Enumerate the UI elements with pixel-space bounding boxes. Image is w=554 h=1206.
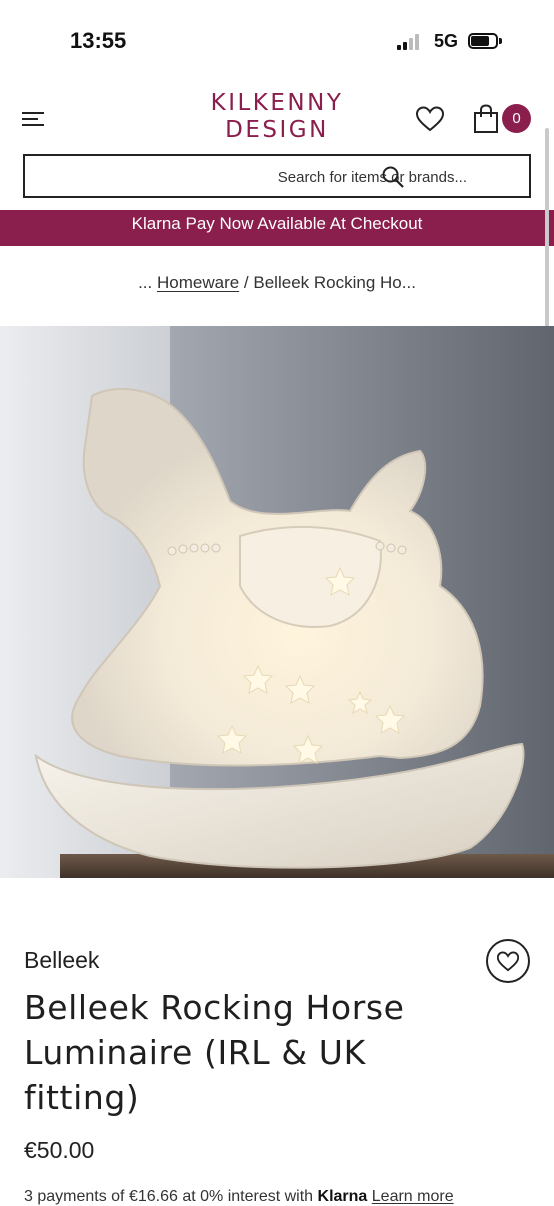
klarna-brand: Klarna [317, 1188, 368, 1205]
battery-icon [468, 33, 502, 51]
product-image[interactable] [0, 326, 554, 878]
promo-banner[interactable]: Klarna Pay Now Available At Checkout [0, 210, 554, 246]
breadcrumb-separator: / [243, 273, 249, 292]
status-time: 13:55 [70, 28, 127, 53]
hamburger-menu-icon[interactable] [22, 110, 46, 128]
breadcrumb-ellipsis[interactable]: ... [138, 273, 152, 292]
klarna-text: 3 payments of €16.66 at 0% interest with [24, 1188, 314, 1205]
logo-line-2: DESIGN [225, 117, 329, 143]
heart-icon [497, 951, 519, 972]
klarna-payment-info: 3 payments of €16.66 at 0% interest with… [24, 1188, 544, 1206]
logo-line-1: KILKENNY [210, 90, 344, 116]
product-title: Belleek Rocking Horse Luminaire (IRL & U… [24, 988, 405, 1117]
breadcrumb-link-homeware[interactable]: Homeware [157, 273, 239, 292]
status-bar: 13:55 5G [0, 0, 554, 84]
breadcrumb-current: Belleek Rocking Ho... [253, 273, 416, 292]
product-brand[interactable]: Belleek [24, 947, 99, 974]
search-bar [23, 154, 531, 198]
cart-count-badge[interactable]: 0 [502, 104, 531, 133]
site-header: KILKENNY DESIGN 0 [0, 84, 554, 154]
add-to-wishlist-button[interactable] [486, 939, 530, 983]
signal-strength-icon [397, 34, 423, 50]
promo-text: Klarna Pay Now Available At Checkout [131, 214, 423, 233]
shopping-bag-icon[interactable] [472, 104, 500, 134]
site-logo[interactable]: KILKENNY DESIGN [180, 90, 374, 144]
network-label: 5G [434, 31, 459, 51]
klarna-learn-more-link[interactable]: Learn more [372, 1188, 454, 1205]
product-price: €50.00 [24, 1137, 95, 1163]
heart-icon[interactable] [415, 106, 445, 132]
breadcrumb: ... Homeware / Belleek Rocking Ho... [0, 273, 554, 293]
search-icon[interactable] [381, 165, 405, 189]
